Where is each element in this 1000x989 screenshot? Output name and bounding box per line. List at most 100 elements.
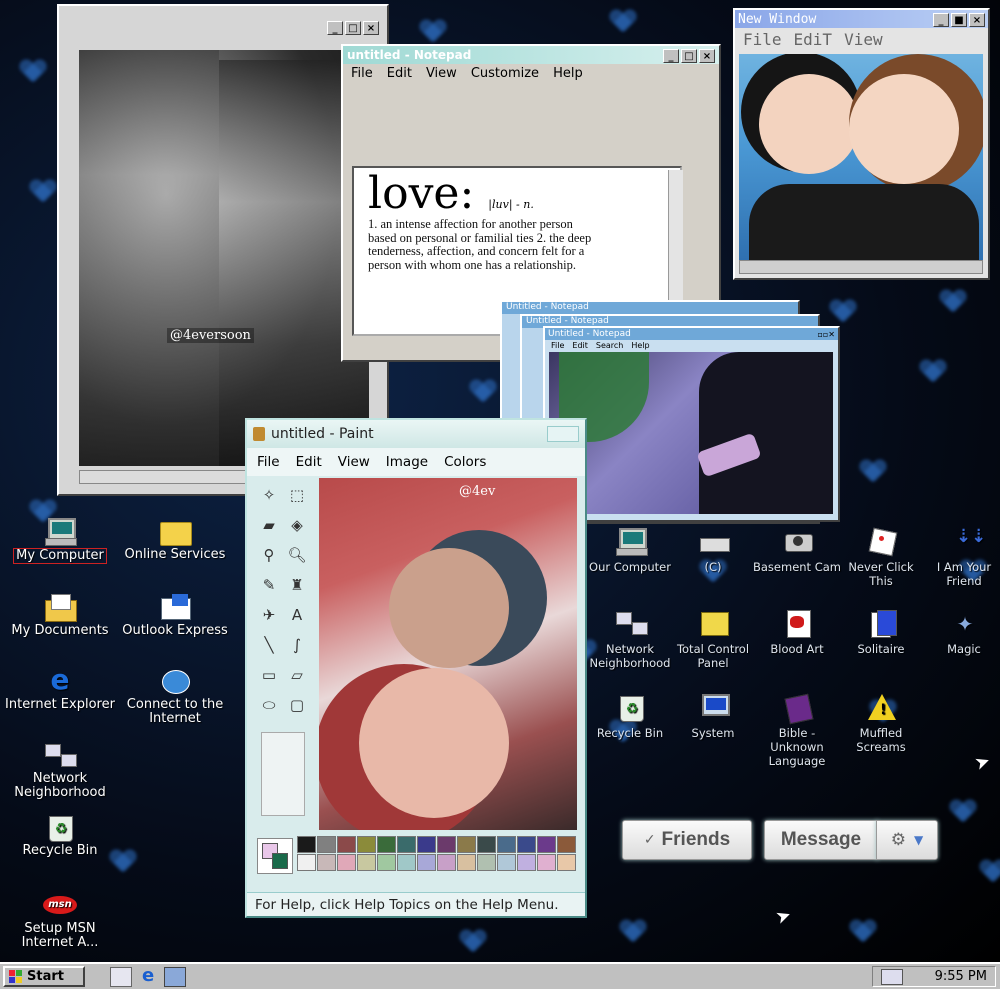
palette-swatch[interactable] bbox=[537, 836, 556, 853]
mini-notepad-titlebar[interactable]: Untitled - Notepad ▫▫✕ bbox=[545, 328, 838, 340]
settings-dropdown-button[interactable]: ⚙ ▼ bbox=[876, 820, 938, 860]
menu-item-edit[interactable]: Edit bbox=[572, 341, 588, 350]
new-window-scrollbar[interactable] bbox=[739, 260, 983, 274]
palette-swatch[interactable] bbox=[497, 836, 516, 853]
menu-item-customize[interactable]: Customize bbox=[471, 66, 539, 81]
desktop-icon-connect-to-the-internet[interactable]: Connect to the Internet bbox=[115, 666, 235, 726]
curve-icon[interactable]: ∫ bbox=[283, 630, 311, 660]
color-palette[interactable] bbox=[297, 836, 577, 871]
desktop-icon-network-neighborhood[interactable]: Network Neighborhood bbox=[0, 740, 120, 800]
paint-minimize-button[interactable] bbox=[547, 426, 579, 442]
desktop-icon-my-documents[interactable]: My Documents bbox=[0, 592, 120, 638]
menu-item-view[interactable]: View bbox=[338, 454, 370, 470]
polygon-icon[interactable]: ▱ bbox=[283, 660, 311, 690]
palette-swatch[interactable] bbox=[457, 836, 476, 853]
palette-swatch[interactable] bbox=[357, 854, 376, 871]
minimize-button[interactable]: _ bbox=[933, 13, 949, 27]
desktop-icon-total-control-panel[interactable]: Total Control Panel bbox=[667, 608, 759, 670]
palette-swatch[interactable] bbox=[297, 836, 316, 853]
menu-item-edit[interactable]: Edit bbox=[296, 454, 322, 470]
select-rect-icon[interactable]: ⬚ bbox=[283, 480, 311, 510]
minimize-button[interactable]: _ bbox=[327, 21, 343, 35]
desktop-icon-recycle-bin[interactable]: ♻ Recycle Bin bbox=[0, 812, 120, 858]
menu-item-search[interactable]: Search bbox=[596, 341, 623, 350]
palette-swatch[interactable] bbox=[517, 854, 536, 871]
mini-notepad-window[interactable]: Untitled - Notepad ▫▫✕ File Edit Search Hel… bbox=[543, 326, 840, 522]
palette-swatch[interactable] bbox=[397, 836, 416, 853]
menu-item-colors[interactable]: Colors bbox=[444, 454, 486, 470]
desktop-icon-recycle-bin[interactable]: ♻ Recycle Bin bbox=[584, 692, 676, 740]
friends-button[interactable]: ✓ Friends bbox=[622, 820, 752, 860]
desktop-icon-online-services[interactable]: Online Services bbox=[115, 516, 235, 562]
palette-swatch[interactable] bbox=[297, 854, 316, 871]
palette-swatch[interactable] bbox=[517, 836, 536, 853]
palette-swatch[interactable] bbox=[417, 836, 436, 853]
desktop-icon-blood-art[interactable]: Blood Art bbox=[751, 608, 843, 656]
rectangle-icon[interactable]: ▭ bbox=[255, 660, 283, 690]
select-free-icon[interactable]: ✧ bbox=[255, 480, 283, 510]
menu-item-file[interactable]: File bbox=[743, 30, 782, 49]
close-button[interactable]: × bbox=[969, 13, 985, 27]
desktop-icon-outlook-express[interactable]: Outlook Express bbox=[115, 592, 235, 638]
desktop-icon-muffled-screams[interactable]: ! Muffled Screams bbox=[835, 692, 927, 754]
desktop-icon--c[interactable]: (C) bbox=[667, 526, 759, 574]
palette-swatch[interactable] bbox=[377, 854, 396, 871]
rounded-rect-icon[interactable]: ▢ bbox=[283, 690, 311, 720]
menu-item-image[interactable]: Image bbox=[386, 454, 428, 470]
menu-item-edit[interactable]: EdiT bbox=[794, 30, 833, 49]
menu-item-view[interactable]: View bbox=[844, 30, 883, 49]
palette-swatch[interactable] bbox=[497, 854, 516, 871]
desktop-icon-setup-msn-internet-a[interactable]: msn Setup MSN Internet A... bbox=[0, 890, 120, 950]
palette-swatch[interactable] bbox=[337, 854, 356, 871]
paint-tool-options[interactable] bbox=[261, 732, 305, 816]
menu-item-view[interactable]: View bbox=[426, 66, 457, 81]
new-window-titlebar[interactable]: New Window _ ■ × bbox=[735, 10, 988, 28]
palette-swatch[interactable] bbox=[457, 854, 476, 871]
palette-swatch[interactable] bbox=[537, 854, 556, 871]
menu-item-edit[interactable]: Edit bbox=[387, 66, 412, 81]
desktop-shortcut-icon[interactable] bbox=[110, 967, 132, 987]
desktop-icon-i-am-your-friend[interactable]: ⇣⇣ I Am Your Friend bbox=[918, 526, 1000, 588]
palette-swatch[interactable] bbox=[317, 836, 336, 853]
desktop-icon-network-neighborhood[interactable]: Network Neighborhood bbox=[584, 608, 676, 670]
palette-swatch[interactable] bbox=[477, 836, 496, 853]
color-selector[interactable] bbox=[257, 838, 293, 874]
palette-swatch[interactable] bbox=[557, 854, 576, 871]
maximize-button[interactable]: □ bbox=[681, 49, 697, 63]
clock[interactable]: 9:55 PM bbox=[935, 969, 987, 984]
palette-swatch[interactable] bbox=[477, 854, 496, 871]
desktop-icon-internet-explorer[interactable]: e Internet Explorer bbox=[0, 666, 120, 712]
close-button[interactable]: × bbox=[363, 21, 379, 35]
desktop-icon-magic[interactable]: ✦ Magic bbox=[918, 608, 1000, 656]
palette-swatch[interactable] bbox=[397, 854, 416, 871]
desktop-icon-basement-cam[interactable]: Basement Cam bbox=[751, 526, 843, 574]
menu-item-file[interactable]: File bbox=[551, 341, 564, 350]
tray-icon[interactable] bbox=[881, 968, 903, 985]
outlook-icon[interactable] bbox=[164, 967, 187, 987]
palette-swatch[interactable] bbox=[357, 836, 376, 853]
palette-swatch[interactable] bbox=[317, 854, 336, 871]
brush-icon[interactable]: ♜ bbox=[283, 570, 311, 600]
color-picker-icon[interactable]: ⚲ bbox=[255, 540, 283, 570]
start-button[interactable]: Start bbox=[3, 966, 85, 987]
palette-swatch[interactable] bbox=[557, 836, 576, 853]
ie-icon[interactable]: e bbox=[142, 967, 154, 987]
magnifier-icon[interactable]: 🔍︎ bbox=[283, 540, 311, 570]
desktop-icon-our-computer[interactable]: Our Computer bbox=[584, 526, 676, 574]
menu-item-help[interactable]: Help bbox=[553, 66, 583, 81]
text-icon[interactable]: A bbox=[283, 600, 311, 630]
close-button[interactable]: × bbox=[699, 49, 715, 63]
desktop-icon-system[interactable]: System bbox=[667, 692, 759, 740]
minimize-button[interactable]: _ bbox=[663, 49, 679, 63]
ellipse-icon[interactable]: ⬭ bbox=[255, 690, 283, 720]
menu-item-file[interactable]: File bbox=[257, 454, 280, 470]
desktop-icon-never-click-this[interactable]: Never Click This bbox=[835, 526, 927, 588]
desktop-icon-bible-unknown-language[interactable]: Bible - Unknown Language bbox=[751, 692, 843, 768]
maximize-button[interactable]: □ bbox=[345, 21, 361, 35]
pencil-icon[interactable]: ✎ bbox=[255, 570, 283, 600]
palette-swatch[interactable] bbox=[377, 836, 396, 853]
eraser-icon[interactable]: ▰ bbox=[255, 510, 283, 540]
palette-swatch[interactable] bbox=[437, 836, 456, 853]
new-window[interactable]: New Window _ ■ × File EdiT View bbox=[733, 8, 990, 280]
fill-bucket-icon[interactable]: ◈ bbox=[283, 510, 311, 540]
